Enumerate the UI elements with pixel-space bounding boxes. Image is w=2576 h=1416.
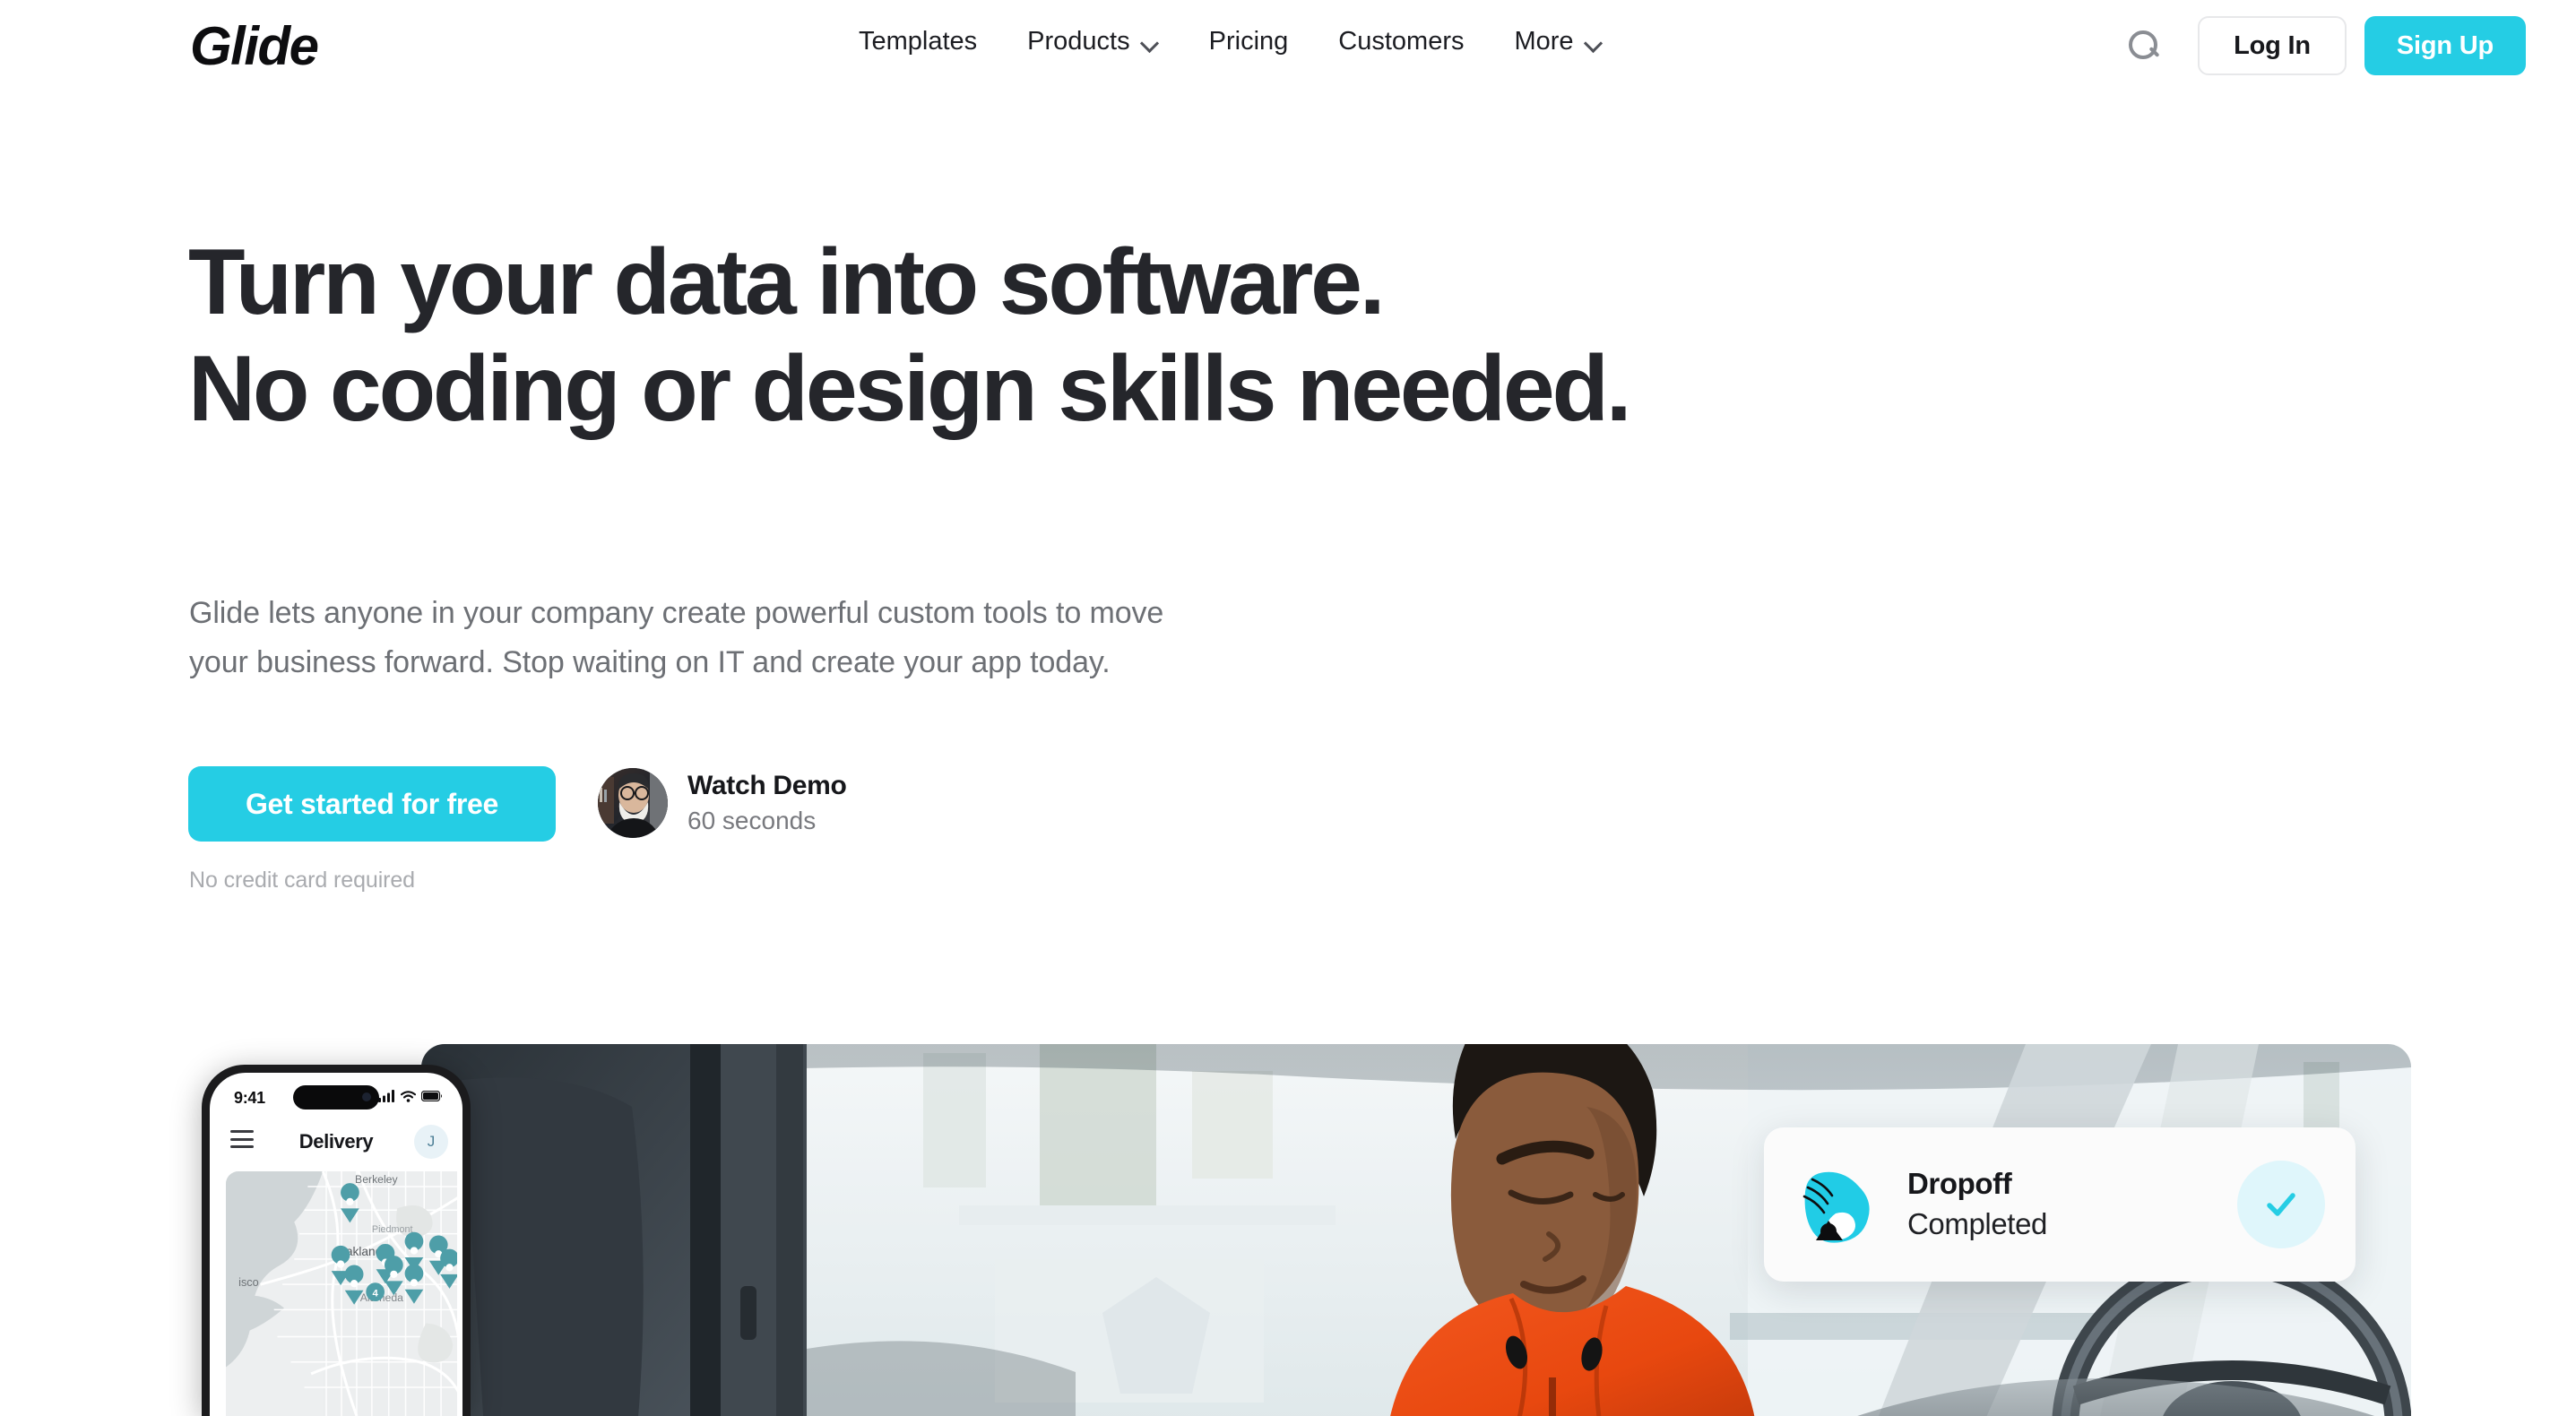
watch-demo-duration: 60 seconds — [687, 807, 817, 835]
nav-item-pricing[interactable]: Pricing — [1184, 27, 1314, 56]
log-in-button[interactable]: Log In — [2198, 16, 2347, 75]
map-canvas: Berkeley Piedmont Oakland Alameda isco — [226, 1171, 457, 1416]
dropoff-title: Dropoff — [1907, 1167, 2012, 1201]
get-started-button[interactable]: Get started for free — [188, 766, 556, 842]
map-label-isco: isco — [238, 1276, 259, 1289]
hero-subtitle: Glide lets anyone in your company create… — [189, 589, 1163, 687]
headline-line-2: No coding or design skills needed. — [188, 336, 1632, 441]
phone-mockup: 9:41 Delivery J Berkeley Piedmont Oaklan… — [202, 1065, 471, 1416]
nav-actions: Log In Sign Up — [2117, 16, 2576, 75]
nav-label-more: More — [1514, 27, 1574, 56]
user-avatar-initial[interactable]: J — [414, 1125, 448, 1159]
wifi-icon — [401, 1090, 416, 1102]
nav-item-products[interactable]: Products — [1002, 27, 1183, 56]
search-button[interactable] — [2117, 19, 2171, 73]
map-pin-cluster: 4 — [366, 1282, 385, 1301]
nav-label-products: Products — [1027, 27, 1130, 56]
chevron-down-icon — [1585, 37, 1603, 47]
phone-screen: 9:41 Delivery J Berkeley Piedmont Oaklan… — [210, 1073, 462, 1416]
primary-nav-links: Templates Products Pricing Customers Mor… — [834, 27, 1628, 56]
watch-demo-link[interactable]: Watch Demo 60 seconds — [598, 768, 847, 838]
dropoff-text-block: Dropoff Completed — [1907, 1167, 2237, 1242]
watch-demo-text: Watch Demo 60 seconds — [687, 769, 847, 838]
status-bar-time: 9:41 — [234, 1089, 265, 1107]
chevron-down-icon — [1141, 37, 1159, 47]
nav-label-templates: Templates — [859, 27, 978, 56]
dropoff-status: Completed — [1907, 1207, 2047, 1241]
watch-demo-title: Watch Demo — [687, 770, 847, 800]
map-cluster-count: 4 — [373, 1288, 379, 1299]
headline-line-1: Turn your data into software. — [188, 230, 1386, 334]
map-label-berkeley: Berkeley — [355, 1173, 398, 1186]
nav-item-templates[interactable]: Templates — [834, 27, 1002, 56]
nav-label-customers: Customers — [1338, 27, 1465, 56]
status-badge — [2237, 1161, 2325, 1248]
subtitle-line-1: Glide lets anyone in your company create… — [189, 596, 1164, 630]
avatar — [598, 768, 668, 838]
top-navigation-bar: Glide Templates Products Pricing Custome… — [0, 0, 2576, 99]
delivery-map[interactable]: Berkeley Piedmont Oakland Alameda isco — [226, 1171, 457, 1416]
hero-cta-row: Get started for free Watch Demo 60 secon… — [188, 766, 847, 842]
map-label-piedmont: Piedmont — [372, 1224, 413, 1235]
subtitle-line-2: your business forward. Stop waiting on I… — [189, 645, 1111, 680]
app-header: Delivery J — [210, 1123, 462, 1161]
hamburger-menu-icon[interactable] — [230, 1130, 254, 1148]
avatar-photo — [598, 768, 668, 838]
nav-item-more[interactable]: More — [1489, 27, 1627, 56]
search-icon — [2129, 30, 2159, 61]
glide-logo[interactable]: Glide — [190, 20, 319, 73]
status-bar-icons — [378, 1090, 443, 1102]
check-icon — [2267, 1193, 2295, 1216]
page-title: Turn your data into software. No coding … — [188, 229, 1632, 442]
sign-up-button[interactable]: Sign Up — [2364, 16, 2526, 75]
nav-label-pricing: Pricing — [1208, 27, 1289, 56]
dynamic-island — [293, 1085, 379, 1109]
swipe-hand-icon — [1802, 1171, 1870, 1243]
dropoff-notification-card[interactable]: Dropoff Completed — [1764, 1127, 2356, 1282]
nav-item-customers[interactable]: Customers — [1313, 27, 1489, 56]
no-credit-card-note: No credit card required — [189, 868, 415, 893]
cellular-signal-icon — [378, 1090, 394, 1102]
page-root: Glide Templates Products Pricing Custome… — [0, 0, 2576, 1416]
battery-icon — [421, 1091, 442, 1101]
